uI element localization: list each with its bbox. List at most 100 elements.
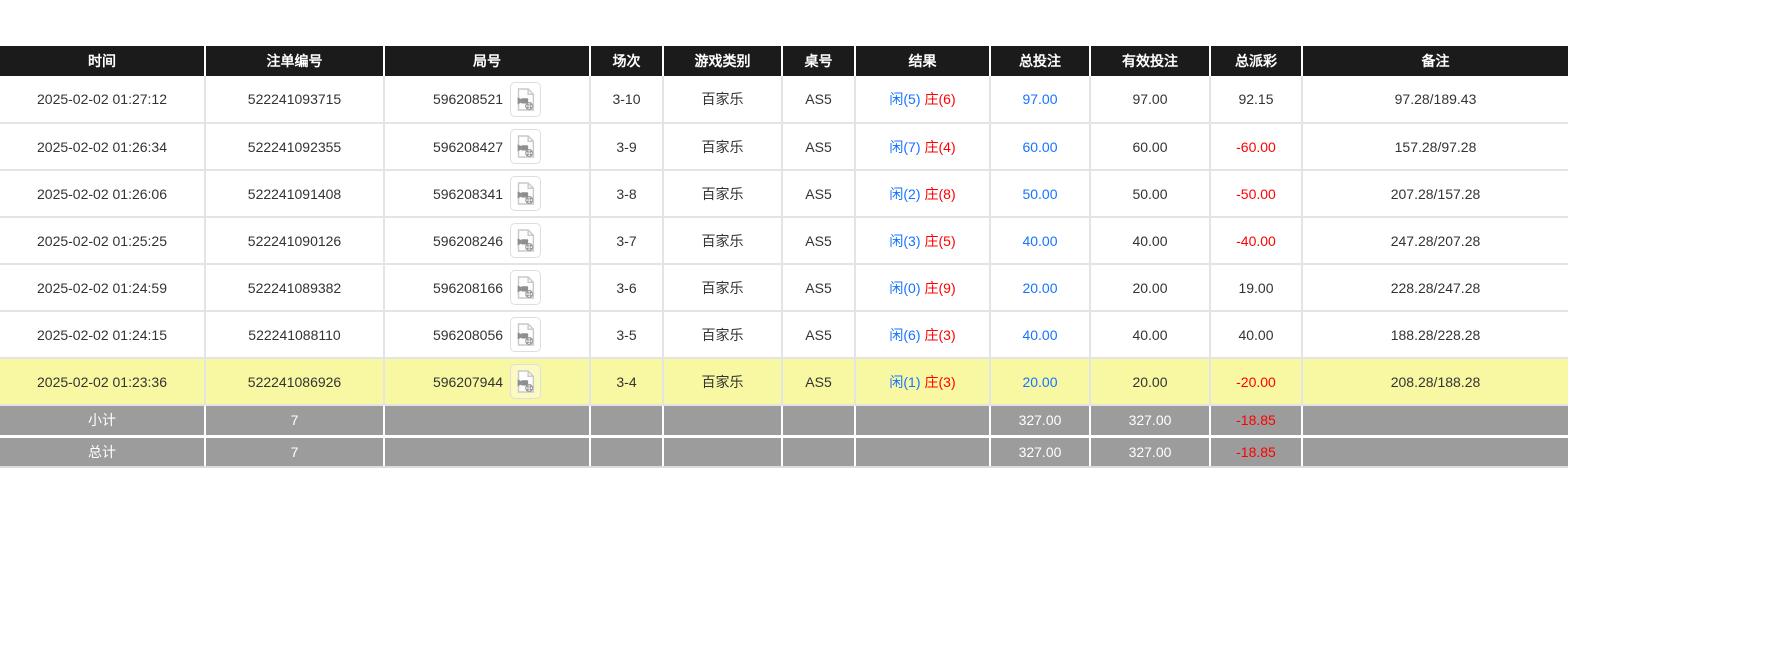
col-header-table-no: 桌号	[782, 46, 855, 76]
cell-total-bet: 20.00	[990, 264, 1090, 311]
cell-round-id: 596208166	[384, 264, 590, 311]
table-row[interactable]: 2025-02-02 01:24:15 522241088110 5962080…	[0, 311, 1568, 358]
col-header-valid-bet: 有效投注	[1090, 46, 1210, 76]
video-replay-button[interactable]	[510, 223, 541, 258]
cell-time: 2025-02-02 01:23:36	[0, 358, 205, 405]
subtotal-total-bet: 327.00	[990, 405, 1090, 436]
round-id-text: 596208521	[433, 91, 503, 107]
col-header-total-bet: 总投注	[990, 46, 1090, 76]
video-file-icon	[515, 181, 536, 206]
cell-round-id: 596208521	[384, 76, 590, 123]
cell-table-no: AS5	[782, 264, 855, 311]
col-header-remark: 备注	[1302, 46, 1568, 76]
cell-table-no: AS5	[782, 123, 855, 170]
video-replay-button[interactable]	[510, 176, 541, 211]
cell-total-payout: 19.00	[1210, 264, 1302, 311]
cell-valid-bet: 50.00	[1090, 170, 1210, 217]
col-header-time: 时间	[0, 46, 205, 76]
result-banker: 庄(8)	[925, 186, 956, 202]
grand-total-count: 7	[205, 436, 384, 467]
round-id-text: 596208246	[433, 233, 503, 249]
result-player: 闲(5)	[889, 91, 920, 107]
cell-result: 闲(1) 庄(3)	[855, 358, 990, 405]
cell-game-type: 百家乐	[663, 170, 782, 217]
cell-game-type: 百家乐	[663, 217, 782, 264]
cell-valid-bet: 40.00	[1090, 217, 1210, 264]
col-header-round-id: 局号	[384, 46, 590, 76]
result-banker: 庄(9)	[925, 280, 956, 296]
table-row[interactable]: 2025-02-02 01:25:25 522241090126 5962082…	[0, 217, 1568, 264]
subtotal-count: 7	[205, 405, 384, 436]
video-file-icon	[515, 228, 536, 253]
table-row[interactable]: 2025-02-02 01:23:36 522241086926 5962079…	[0, 358, 1568, 405]
cell-bet-id: 522241092355	[205, 123, 384, 170]
cell-total-payout: 40.00	[1210, 311, 1302, 358]
bet-records-panel: 时间 注单编号 局号 场次 游戏类别 桌号 结果 总投注 有效投注 总派彩 备注…	[0, 46, 1568, 468]
result-player: 闲(1)	[889, 374, 920, 390]
table-row[interactable]: 2025-02-02 01:24:59 522241089382 5962081…	[0, 264, 1568, 311]
cell-time: 2025-02-02 01:26:06	[0, 170, 205, 217]
result-player: 闲(2)	[889, 186, 920, 202]
cell-session: 3-7	[590, 217, 663, 264]
cell-remark: 247.28/207.28	[1302, 217, 1568, 264]
cell-valid-bet: 20.00	[1090, 358, 1210, 405]
grand-total-label: 总计	[0, 436, 205, 467]
cell-game-type: 百家乐	[663, 311, 782, 358]
table-row[interactable]: 2025-02-02 01:26:06 522241091408 5962083…	[0, 170, 1568, 217]
video-replay-button[interactable]	[510, 364, 541, 399]
video-replay-button[interactable]	[510, 317, 541, 352]
table-header: 时间 注单编号 局号 场次 游戏类别 桌号 结果 总投注 有效投注 总派彩 备注	[0, 46, 1568, 76]
cell-game-type: 百家乐	[663, 358, 782, 405]
video-replay-button[interactable]	[510, 129, 541, 164]
cell-table-no: AS5	[782, 170, 855, 217]
cell-session: 3-6	[590, 264, 663, 311]
result-player: 闲(0)	[889, 280, 920, 296]
table-row[interactable]: 2025-02-02 01:27:12 522241093715 5962085…	[0, 76, 1568, 123]
video-replay-button[interactable]	[510, 270, 541, 305]
cell-session: 3-4	[590, 358, 663, 405]
cell-result: 闲(7)庄(4)	[855, 123, 990, 170]
cell-total-bet: 97.00	[990, 76, 1090, 123]
cell-remark: 208.28/188.28	[1302, 358, 1568, 405]
cell-bet-id: 522241089382	[205, 264, 384, 311]
cell-valid-bet: 40.00	[1090, 311, 1210, 358]
cell-round-id: 596208056	[384, 311, 590, 358]
video-file-icon	[515, 134, 536, 159]
round-id-text: 596208427	[433, 139, 503, 155]
col-header-bet-id: 注单编号	[205, 46, 384, 76]
video-replay-button[interactable]	[510, 82, 541, 117]
grand-total-total-bet: 327.00	[990, 436, 1090, 467]
cell-table-no: AS5	[782, 76, 855, 123]
cell-table-no: AS5	[782, 217, 855, 264]
table-footer: 小计 7 327.00 327.00 -18.85 总计 7 327.00 32…	[0, 405, 1568, 467]
subtotal-valid-bet: 327.00	[1090, 405, 1210, 436]
cell-total-payout: 92.15	[1210, 76, 1302, 123]
table-body: 2025-02-02 01:27:12 522241093715 5962085…	[0, 76, 1568, 405]
cell-round-id: 596208341	[384, 170, 590, 217]
cell-table-no: AS5	[782, 311, 855, 358]
subtotal-label: 小计	[0, 405, 205, 436]
col-header-session: 场次	[590, 46, 663, 76]
result-banker: 庄(4)	[925, 139, 956, 155]
cell-round-id: 596208427	[384, 123, 590, 170]
cell-remark: 188.28/228.28	[1302, 311, 1568, 358]
cell-time: 2025-02-02 01:25:25	[0, 217, 205, 264]
header-row: 时间 注单编号 局号 场次 游戏类别 桌号 结果 总投注 有效投注 总派彩 备注	[0, 46, 1568, 76]
cell-time: 2025-02-02 01:26:34	[0, 123, 205, 170]
grand-total-valid-bet: 327.00	[1090, 436, 1210, 467]
cell-session: 3-9	[590, 123, 663, 170]
video-file-icon	[515, 322, 536, 347]
cell-valid-bet: 97.00	[1090, 76, 1210, 123]
result-banker: 庄(3)	[925, 327, 956, 343]
cell-time: 2025-02-02 01:24:59	[0, 264, 205, 311]
cell-result: 闲(6)庄(3)	[855, 311, 990, 358]
round-id-text: 596208056	[433, 327, 503, 343]
cell-bet-id: 522241086926	[205, 358, 384, 405]
cell-valid-bet: 20.00	[1090, 264, 1210, 311]
result-banker: 庄(3)	[925, 374, 956, 390]
cell-round-id: 596208246	[384, 217, 590, 264]
table-row[interactable]: 2025-02-02 01:26:34 522241092355 5962084…	[0, 123, 1568, 170]
cell-result: 闲(2) 庄(8)	[855, 170, 990, 217]
result-banker: 庄(5)	[925, 233, 956, 249]
cell-result: 闲(0) 庄(9)	[855, 264, 990, 311]
